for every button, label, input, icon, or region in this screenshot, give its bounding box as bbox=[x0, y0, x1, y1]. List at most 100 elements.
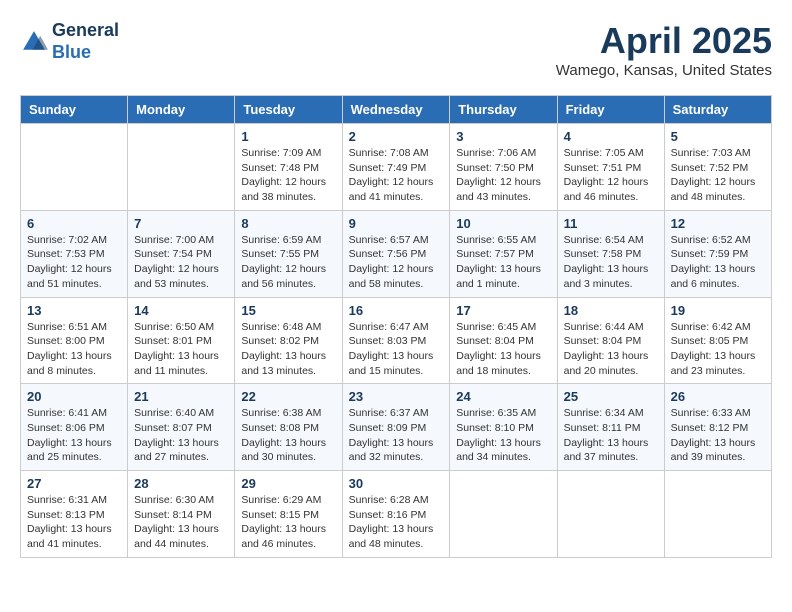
subtitle: Wamego, Kansas, United States bbox=[556, 62, 772, 79]
day-number: 22 bbox=[241, 389, 335, 404]
calendar-week-4: 20 Sunrise: 6:41 AMSunset: 8:06 PMDayligh… bbox=[21, 384, 772, 471]
day-number: 2 bbox=[349, 129, 444, 144]
calendar-cell: 7 Sunrise: 7:00 AMSunset: 7:54 PMDaylight… bbox=[128, 210, 235, 297]
calendar-cell: 16Sunrise: 6:47 AMSunset: 8:03 PMDayligh… bbox=[342, 297, 450, 384]
day-info: Sunrise: 6:33 AMSunset: 8:12 PMDaylight:… bbox=[671, 406, 765, 465]
day-number: 14 bbox=[134, 303, 228, 318]
day-number: 5 bbox=[671, 129, 765, 144]
day-number: 6 bbox=[27, 216, 121, 231]
calendar-week-1: 1 Sunrise: 7:09 AMSunset: 7:48 PMDaylight… bbox=[21, 124, 772, 211]
header-tuesday: Tuesday bbox=[235, 96, 342, 124]
calendar-cell: 26 Sunrise: 6:33 AMSunset: 8:12 PMDayligh… bbox=[664, 384, 771, 471]
day-info: Sunrise: 6:44 AMSunset: 8:04 PMDaylight:… bbox=[564, 320, 658, 379]
calendar-cell: 11 Sunrise: 6:54 AMSunset: 7:58 PMDayligh… bbox=[557, 210, 664, 297]
day-info: Sunrise: 6:38 AMSunset: 8:08 PMDaylight:… bbox=[241, 406, 335, 465]
day-info: Sunrise: 6:45 AMSunset: 8:04 PMDaylight:… bbox=[456, 320, 550, 379]
day-number: 19 bbox=[671, 303, 765, 318]
calendar-cell: 22 Sunrise: 6:38 AMSunset: 8:08 PMDayligh… bbox=[235, 384, 342, 471]
day-number: 3 bbox=[456, 129, 550, 144]
calendar-week-2: 6 Sunrise: 7:02 AMSunset: 7:53 PMDaylight… bbox=[21, 210, 772, 297]
day-number: 18 bbox=[564, 303, 658, 318]
day-number: 4 bbox=[564, 129, 658, 144]
calendar-cell: 5 Sunrise: 7:03 AMSunset: 7:52 PMDaylight… bbox=[664, 124, 771, 211]
day-number: 8 bbox=[241, 216, 335, 231]
calendar-cell: 1 Sunrise: 7:09 AMSunset: 7:48 PMDaylight… bbox=[235, 124, 342, 211]
calendar-week-3: 13 Sunrise: 6:51 AMSunset: 8:00 PMDayligh… bbox=[21, 297, 772, 384]
day-info: Sunrise: 6:51 AMSunset: 8:00 PMDaylight:… bbox=[27, 320, 121, 379]
day-number: 27 bbox=[27, 476, 121, 491]
day-number: 23 bbox=[349, 389, 444, 404]
calendar-cell: 28Sunrise: 6:30 AMSunset: 8:14 PMDayligh… bbox=[128, 471, 235, 558]
calendar-cell: 27 Sunrise: 6:31 AMSunset: 8:13 PMDayligh… bbox=[21, 471, 128, 558]
day-number: 1 bbox=[241, 129, 335, 144]
day-info: Sunrise: 7:08 AMSunset: 7:49 PMDaylight:… bbox=[349, 146, 444, 205]
header-saturday: Saturday bbox=[664, 96, 771, 124]
calendar-cell: 25 Sunrise: 6:34 AMSunset: 8:11 PMDayligh… bbox=[557, 384, 664, 471]
header-wednesday: Wednesday bbox=[342, 96, 450, 124]
calendar-cell: 12 Sunrise: 6:52 AMSunset: 7:59 PMDayligh… bbox=[664, 210, 771, 297]
day-number: 15 bbox=[241, 303, 335, 318]
day-info: Sunrise: 6:52 AMSunset: 7:59 PMDaylight:… bbox=[671, 233, 765, 292]
day-number: 12 bbox=[671, 216, 765, 231]
day-info: Sunrise: 6:48 AMSunset: 8:02 PMDaylight:… bbox=[241, 320, 335, 379]
day-info: Sunrise: 7:09 AMSunset: 7:48 PMDaylight:… bbox=[241, 146, 335, 205]
day-info: Sunrise: 6:35 AMSunset: 8:10 PMDaylight:… bbox=[456, 406, 550, 465]
day-number: 25 bbox=[564, 389, 658, 404]
calendar-cell: 8 Sunrise: 6:59 AMSunset: 7:55 PMDaylight… bbox=[235, 210, 342, 297]
calendar-cell: 30 Sunrise: 6:28 AMSunset: 8:16 PMDayligh… bbox=[342, 471, 450, 558]
calendar-cell: 19 Sunrise: 6:42 AMSunset: 8:05 PMDayligh… bbox=[664, 297, 771, 384]
header-thursday: Thursday bbox=[450, 96, 557, 124]
calendar-cell: 6 Sunrise: 7:02 AMSunset: 7:53 PMDaylight… bbox=[21, 210, 128, 297]
day-number: 24 bbox=[456, 389, 550, 404]
day-number: 30 bbox=[349, 476, 444, 491]
calendar-cell bbox=[450, 471, 557, 558]
day-info: Sunrise: 6:41 AMSunset: 8:06 PMDaylight:… bbox=[27, 406, 121, 465]
calendar-cell: 14Sunrise: 6:50 AMSunset: 8:01 PMDayligh… bbox=[128, 297, 235, 384]
day-number: 26 bbox=[671, 389, 765, 404]
logo: General Blue bbox=[20, 20, 119, 63]
logo-icon bbox=[20, 28, 48, 56]
calendar-cell: 4Sunrise: 7:05 AMSunset: 7:51 PMDaylight… bbox=[557, 124, 664, 211]
calendar-cell: 21Sunrise: 6:40 AMSunset: 8:07 PMDayligh… bbox=[128, 384, 235, 471]
calendar-cell: 24 Sunrise: 6:35 AMSunset: 8:10 PMDayligh… bbox=[450, 384, 557, 471]
calendar-cell: 20 Sunrise: 6:41 AMSunset: 8:06 PMDayligh… bbox=[21, 384, 128, 471]
day-info: Sunrise: 7:00 AMSunset: 7:54 PMDaylight:… bbox=[134, 233, 228, 292]
day-info: Sunrise: 6:59 AMSunset: 7:55 PMDaylight:… bbox=[241, 233, 335, 292]
header-monday: Monday bbox=[128, 96, 235, 124]
main-title: April 2025 bbox=[556, 20, 772, 62]
day-number: 7 bbox=[134, 216, 228, 231]
day-info: Sunrise: 6:54 AMSunset: 7:58 PMDaylight:… bbox=[564, 233, 658, 292]
day-info: Sunrise: 7:02 AMSunset: 7:53 PMDaylight:… bbox=[27, 233, 121, 292]
day-info: Sunrise: 7:03 AMSunset: 7:52 PMDaylight:… bbox=[671, 146, 765, 205]
calendar-table: Sunday Monday Tuesday Wednesday Thursday… bbox=[20, 95, 772, 558]
header-friday: Friday bbox=[557, 96, 664, 124]
day-info: Sunrise: 6:42 AMSunset: 8:05 PMDaylight:… bbox=[671, 320, 765, 379]
logo-text-general: General bbox=[52, 20, 119, 42]
day-info: Sunrise: 6:37 AMSunset: 8:09 PMDaylight:… bbox=[349, 406, 444, 465]
day-info: Sunrise: 6:31 AMSunset: 8:13 PMDaylight:… bbox=[27, 493, 121, 552]
day-number: 29 bbox=[241, 476, 335, 491]
day-info: Sunrise: 6:47 AMSunset: 8:03 PMDaylight:… bbox=[349, 320, 444, 379]
calendar-cell: 23 Sunrise: 6:37 AMSunset: 8:09 PMDayligh… bbox=[342, 384, 450, 471]
calendar-cell: 18 Sunrise: 6:44 AMSunset: 8:04 PMDayligh… bbox=[557, 297, 664, 384]
calendar-cell: 3Sunrise: 7:06 AMSunset: 7:50 PMDaylight… bbox=[450, 124, 557, 211]
calendar-week-5: 27 Sunrise: 6:31 AMSunset: 8:13 PMDayligh… bbox=[21, 471, 772, 558]
calendar-cell bbox=[21, 124, 128, 211]
day-number: 9 bbox=[349, 216, 444, 231]
day-number: 28 bbox=[134, 476, 228, 491]
calendar-cell: 17Sunrise: 6:45 AMSunset: 8:04 PMDayligh… bbox=[450, 297, 557, 384]
calendar-cell bbox=[128, 124, 235, 211]
calendar-cell: 10Sunrise: 6:55 AMSunset: 7:57 PMDayligh… bbox=[450, 210, 557, 297]
day-number: 11 bbox=[564, 216, 658, 231]
day-number: 20 bbox=[27, 389, 121, 404]
calendar-cell bbox=[664, 471, 771, 558]
day-info: Sunrise: 6:34 AMSunset: 8:11 PMDaylight:… bbox=[564, 406, 658, 465]
day-number: 21 bbox=[134, 389, 228, 404]
day-number: 13 bbox=[27, 303, 121, 318]
day-info: Sunrise: 6:28 AMSunset: 8:16 PMDaylight:… bbox=[349, 493, 444, 552]
day-info: Sunrise: 6:29 AMSunset: 8:15 PMDaylight:… bbox=[241, 493, 335, 552]
logo-text-blue: Blue bbox=[52, 42, 119, 64]
header-sunday: Sunday bbox=[21, 96, 128, 124]
calendar-cell: 13 Sunrise: 6:51 AMSunset: 8:00 PMDayligh… bbox=[21, 297, 128, 384]
day-info: Sunrise: 6:57 AMSunset: 7:56 PMDaylight:… bbox=[349, 233, 444, 292]
